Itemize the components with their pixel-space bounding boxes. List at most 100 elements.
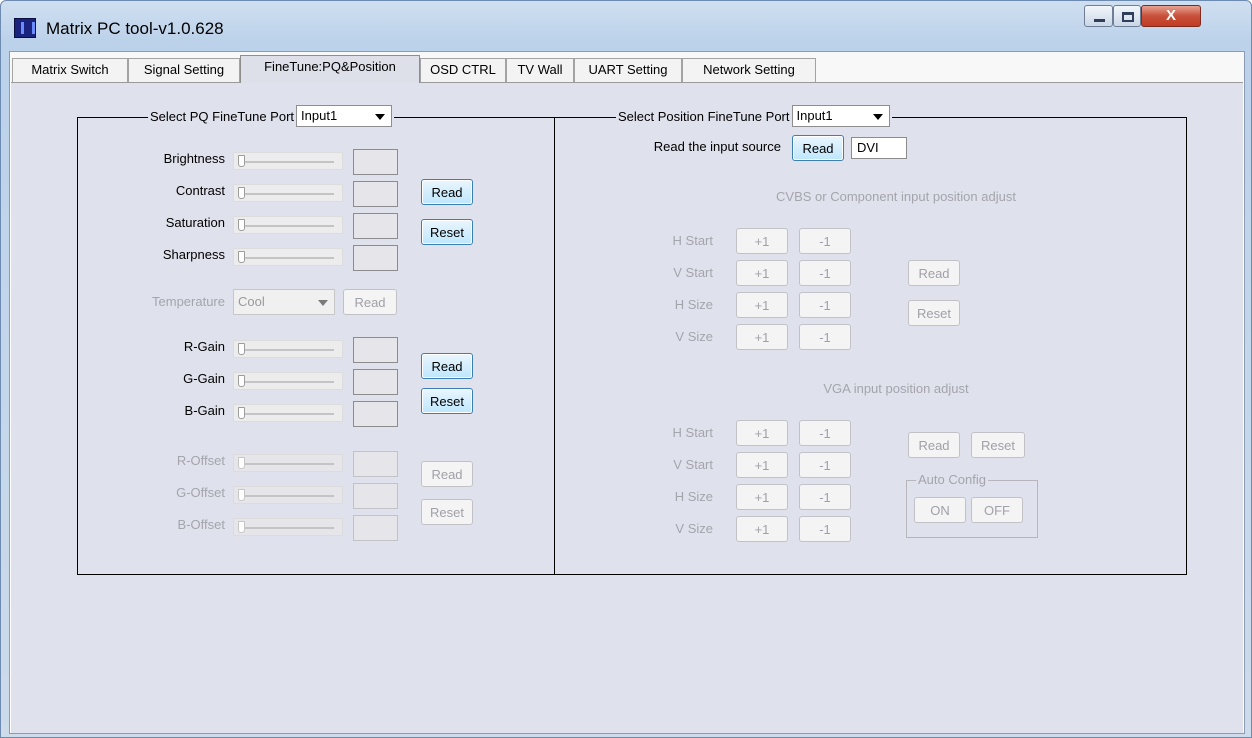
saturation-slider[interactable] — [233, 216, 343, 234]
tab-strip: Matrix Switch Signal Setting FineTune:PQ… — [10, 52, 1244, 83]
cvbs-h-size-label: H Size — [674, 297, 713, 312]
cvbs-v-size-minus-button[interactable]: -1 — [799, 324, 851, 350]
auto-config-off-button[interactable]: OFF — [971, 497, 1023, 523]
vga-h-start-plus-button[interactable]: +1 — [736, 420, 788, 446]
read-input-source-button[interactable]: Read — [792, 135, 844, 161]
tab-tv-wall[interactable]: TV Wall — [506, 58, 574, 82]
vga-reset-button[interactable]: Reset — [971, 432, 1025, 458]
cvbs-h-size-minus-button[interactable]: -1 — [799, 292, 851, 318]
pq-legend: Select PQ FineTune Port Input1 — [148, 105, 395, 127]
cvbs-v-size-label: V Size — [675, 329, 713, 344]
b-gain-label: B-Gain — [184, 403, 225, 418]
contrast-slider[interactable] — [233, 184, 343, 202]
sharpness-label: Sharpness — [162, 247, 225, 262]
slider-thumb[interactable] — [238, 375, 245, 387]
slider-thumb[interactable] — [238, 457, 245, 469]
r-gain-value-box — [353, 337, 398, 363]
brightness-slider[interactable] — [233, 152, 343, 170]
minimize-button[interactable] — [1084, 5, 1113, 27]
vga-section-title: VGA input position adjust — [823, 381, 969, 396]
g-gain-slider[interactable] — [233, 372, 343, 390]
vga-h-size-minus-button[interactable]: -1 — [799, 484, 851, 510]
pq-reset-button[interactable]: Reset — [421, 219, 473, 245]
r-gain-slider[interactable] — [233, 340, 343, 358]
vga-v-size-plus-button[interactable]: +1 — [736, 516, 788, 542]
tab-finetune-pq-position[interactable]: FineTune:PQ&Position — [240, 55, 420, 83]
position-finetune-group — [554, 117, 1187, 575]
r-offset-slider[interactable] — [233, 454, 343, 472]
pq-port-value: Input1 — [301, 108, 338, 123]
offset-read-button[interactable]: Read — [421, 461, 473, 487]
pq-port-select[interactable]: Input1 — [296, 105, 393, 127]
slider-thumb[interactable] — [238, 251, 245, 263]
tab-osd-ctrl[interactable]: OSD CTRL — [420, 58, 506, 82]
slider-thumb[interactable] — [238, 489, 245, 501]
gain-reset-button[interactable]: Reset — [421, 388, 473, 414]
r-offset-value-box — [353, 451, 398, 477]
auto-config-on-button[interactable]: ON — [914, 497, 966, 523]
b-gain-slider[interactable] — [233, 404, 343, 422]
cvbs-reset-button[interactable]: Reset — [908, 300, 960, 326]
vga-v-size-label: V Size — [675, 521, 713, 536]
slider-thumb[interactable] — [238, 155, 245, 167]
input-source-field[interactable]: DVI — [851, 137, 907, 159]
g-offset-label: G-Offset — [176, 485, 225, 500]
sharpness-slider[interactable] — [233, 248, 343, 266]
tab-signal-setting[interactable]: Signal Setting — [128, 58, 240, 82]
cvbs-read-button[interactable]: Read — [908, 260, 960, 286]
vga-h-size-plus-button[interactable]: +1 — [736, 484, 788, 510]
vga-h-start-minus-button[interactable]: -1 — [799, 420, 851, 446]
tab-uart-setting[interactable]: UART Setting — [574, 58, 682, 82]
window-title: Matrix PC tool-v1.0.628 — [46, 19, 224, 38]
temperature-value: Cool — [238, 294, 265, 309]
cvbs-section-title: CVBS or Component input position adjust — [776, 189, 1016, 204]
g-offset-value-box — [353, 483, 398, 509]
vga-v-size-minus-button[interactable]: -1 — [799, 516, 851, 542]
vga-v-start-minus-button[interactable]: -1 — [799, 452, 851, 478]
position-port-value: Input1 — [796, 108, 833, 123]
cvbs-h-start-minus-button[interactable]: -1 — [799, 228, 851, 254]
maximize-button[interactable] — [1113, 5, 1141, 27]
offset-reset-button[interactable]: Reset — [421, 499, 473, 525]
r-offset-label: R-Offset — [176, 453, 225, 468]
temperature-select[interactable]: Cool — [233, 289, 335, 315]
g-offset-slider[interactable] — [233, 486, 343, 504]
app-logo-icon — [14, 18, 36, 38]
cvbs-v-start-plus-button[interactable]: +1 — [736, 260, 788, 286]
brightness-value-box — [353, 149, 398, 175]
vga-read-button[interactable]: Read — [908, 432, 960, 458]
title-bar[interactable]: Matrix PC tool-v1.0.628 X — [1, 1, 1251, 45]
contrast-label: Contrast — [175, 183, 225, 198]
vga-v-start-plus-button[interactable]: +1 — [736, 452, 788, 478]
slider-thumb[interactable] — [238, 521, 245, 533]
tab-network-setting[interactable]: Network Setting — [682, 58, 816, 82]
slider-thumb[interactable] — [238, 187, 245, 199]
slider-thumb[interactable] — [238, 219, 245, 231]
close-button[interactable]: X — [1141, 5, 1201, 27]
gain-read-button[interactable]: Read — [421, 353, 473, 379]
temperature-read-button[interactable]: Read — [343, 289, 397, 315]
position-port-label: Select Position FineTune Port — [618, 108, 790, 124]
cvbs-v-size-plus-button[interactable]: +1 — [736, 324, 788, 350]
b-offset-value-box — [353, 515, 398, 541]
slider-thumb[interactable] — [238, 343, 245, 355]
finetune-page: Select PQ FineTune Port Input1 Select Po… — [11, 82, 1243, 733]
slider-thumb[interactable] — [238, 407, 245, 419]
cvbs-h-start-plus-button[interactable]: +1 — [736, 228, 788, 254]
brightness-label: Brightness — [163, 151, 225, 166]
cvbs-v-start-minus-button[interactable]: -1 — [799, 260, 851, 286]
tab-matrix-switch[interactable]: Matrix Switch — [12, 58, 128, 82]
g-gain-label: G-Gain — [183, 371, 225, 386]
position-port-select[interactable]: Input1 — [791, 105, 890, 127]
cvbs-h-size-plus-button[interactable]: +1 — [736, 292, 788, 318]
pq-read-button[interactable]: Read — [421, 179, 473, 205]
r-gain-label: R-Gain — [183, 339, 225, 354]
b-gain-value-box — [353, 401, 398, 427]
b-offset-slider[interactable] — [233, 518, 343, 536]
minimize-icon — [1094, 19, 1105, 22]
cvbs-h-start-label: H Start — [672, 233, 713, 248]
client-area: Matrix Switch Signal Setting FineTune:PQ… — [9, 51, 1245, 734]
vga-h-start-label: H Start — [672, 425, 713, 440]
position-legend: Select Position FineTune Port Input1 — [616, 105, 892, 127]
saturation-value-box — [353, 213, 398, 239]
